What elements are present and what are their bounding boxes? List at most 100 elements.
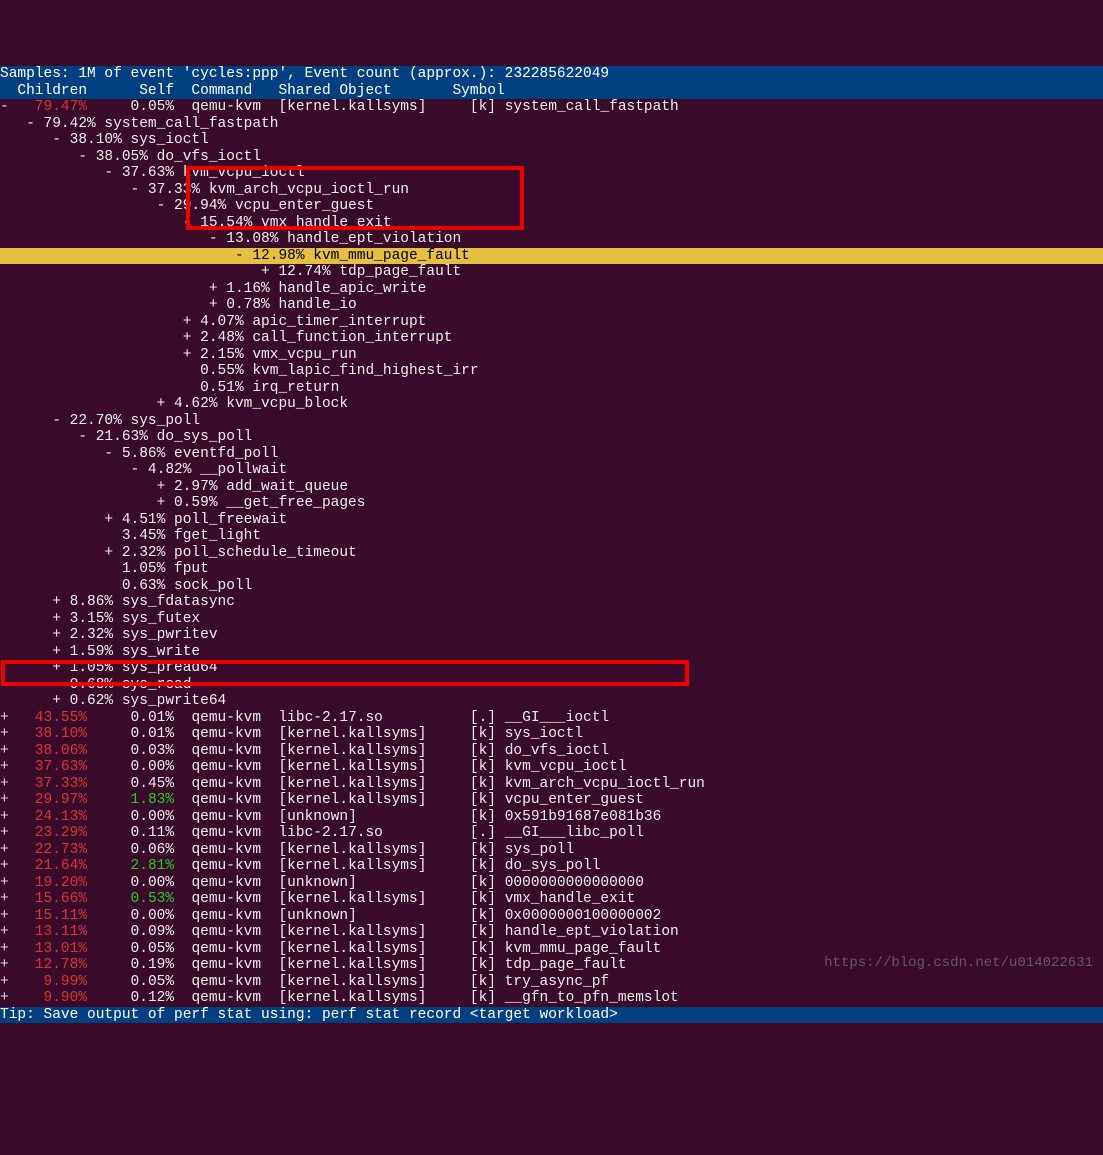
flat-row[interactable]: + 9.90% 0.12% qemu-kvm [kernel.kallsyms]…: [0, 990, 1103, 1007]
flat-row[interactable]: + 29.97% 1.83% qemu-kvm [kernel.kallsyms…: [0, 792, 1103, 809]
flat-row[interactable]: + 19.20% 0.00% qemu-kvm [unknown] [k] 00…: [0, 875, 1103, 892]
tree-row[interactable]: + 3.15% sys_futex: [0, 611, 1103, 628]
flat-row[interactable]: + 43.55% 0.01% qemu-kvm libc-2.17.so [.]…: [0, 710, 1103, 727]
tree-row[interactable]: - 5.86% eventfd_poll: [0, 446, 1103, 463]
self-pct: 0.45%: [87, 776, 174, 792]
flat-row[interactable]: + 37.33% 0.45% qemu-kvm [kernel.kallsyms…: [0, 776, 1103, 793]
flat-row[interactable]: + 15.11% 0.00% qemu-kvm [unknown] [k] 0x…: [0, 908, 1103, 925]
flat-row[interactable]: + 21.64% 2.81% qemu-kvm [kernel.kallsyms…: [0, 858, 1103, 875]
tree-row[interactable]: - 79.42% system_call_fastpath: [0, 116, 1103, 133]
tree-row[interactable]: + 2.15% vmx_vcpu_run: [0, 347, 1103, 364]
expand-toggle[interactable]: +: [0, 924, 9, 940]
children-pct: 13.11%: [17, 924, 87, 940]
tree-text: 0.55% kvm_lapic_find_highest_irr: [0, 363, 479, 379]
command: qemu-kvm: [191, 990, 278, 1006]
expand-toggle[interactable]: +: [0, 875, 9, 891]
tree-row[interactable]: 0.51% irq_return: [0, 380, 1103, 397]
tree-text: + 0.59% __get_free_pages: [0, 495, 365, 511]
tree-row[interactable]: + 0.78% handle_io: [0, 297, 1103, 314]
tree-row[interactable]: + 4.62% kvm_vcpu_block: [0, 396, 1103, 413]
symbol: [k] kvm_mmu_page_fault: [470, 941, 661, 957]
tree-text: + 4.51% poll_freewait: [0, 512, 287, 528]
flat-row[interactable]: + 13.11% 0.09% qemu-kvm [kernel.kallsyms…: [0, 924, 1103, 941]
tree-text: 1.05% fput: [0, 561, 209, 577]
tree-row[interactable]: + 8.86% sys_fdatasync: [0, 594, 1103, 611]
tree-row[interactable]: - 15.54% vmx_handle_exit: [0, 215, 1103, 232]
expand-toggle[interactable]: +: [0, 858, 9, 874]
tree-row[interactable]: - 13.08% handle_ept_violation: [0, 231, 1103, 248]
expand-toggle[interactable]: +: [0, 792, 9, 808]
tree-text: + 2.15% vmx_vcpu_run: [0, 347, 357, 363]
tree-row[interactable]: 0.63% sock_poll: [0, 578, 1103, 595]
tree-row[interactable]: - 37.63% kvm_vcpu_ioctl: [0, 165, 1103, 182]
expand-toggle[interactable]: +: [0, 743, 9, 759]
expand-toggle[interactable]: +: [0, 990, 9, 1006]
tree-row[interactable]: 0.68% sys_read: [0, 677, 1103, 694]
tree-row[interactable]: - 21.63% do_sys_poll: [0, 429, 1103, 446]
symbol: [.] __GI___ioctl: [470, 710, 609, 726]
command: qemu-kvm: [191, 759, 278, 775]
children-pct: 23.29%: [17, 825, 87, 841]
tree-row[interactable]: 3.45% fget_light: [0, 528, 1103, 545]
flat-row[interactable]: + 22.73% 0.06% qemu-kvm [kernel.kallsyms…: [0, 842, 1103, 859]
expand-toggle[interactable]: -: [0, 99, 9, 115]
tree-row[interactable]: + 1.59% sys_write: [0, 644, 1103, 661]
tree-row[interactable]: - 38.05% do_vfs_ioctl: [0, 149, 1103, 166]
tree-row[interactable]: 1.05% fput: [0, 561, 1103, 578]
tree-row[interactable]: - 37.33% kvm_arch_vcpu_ioctl_run: [0, 182, 1103, 199]
tree-row[interactable]: - 22.70% sys_poll: [0, 413, 1103, 430]
expand-toggle[interactable]: +: [0, 776, 9, 792]
expand-toggle[interactable]: +: [0, 710, 9, 726]
tree-row[interactable]: - 29.94% vcpu_enter_guest: [0, 198, 1103, 215]
tree-row[interactable]: - 38.10% sys_ioctl: [0, 132, 1103, 149]
symbol: [k] try_async_pf: [470, 974, 609, 990]
self-pct: 0.53%: [87, 891, 174, 907]
tree-row[interactable]: + 0.62% sys_pwrite64: [0, 693, 1103, 710]
expand-toggle[interactable]: +: [0, 726, 9, 742]
self-pct: 0.05%: [87, 974, 174, 990]
flat-row[interactable]: + 38.06% 0.03% qemu-kvm [kernel.kallsyms…: [0, 743, 1103, 760]
command: qemu-kvm: [191, 99, 278, 115]
tree-text: - 5.86% eventfd_poll: [0, 446, 278, 462]
tree-row[interactable]: - 12.98% kvm_mmu_page_fault: [0, 248, 1103, 265]
expand-toggle[interactable]: +: [0, 941, 9, 957]
tree-row[interactable]: 0.55% kvm_lapic_find_highest_irr: [0, 363, 1103, 380]
tree-row[interactable]: + 4.07% apic_timer_interrupt: [0, 314, 1103, 331]
expand-toggle[interactable]: +: [0, 891, 9, 907]
tree-row[interactable]: + 1.16% handle_apic_write: [0, 281, 1103, 298]
tree-row[interactable]: + 2.32% sys_pwritev: [0, 627, 1103, 644]
self-pct: 2.81%: [87, 858, 174, 874]
expand-toggle[interactable]: +: [0, 974, 9, 990]
expand-toggle[interactable]: +: [0, 957, 9, 973]
tree-text: - 29.94% vcpu_enter_guest: [0, 198, 374, 214]
tree-text: + 4.62% kvm_vcpu_block: [0, 396, 348, 412]
expand-toggle[interactable]: +: [0, 759, 9, 775]
flat-row[interactable]: + 24.13% 0.00% qemu-kvm [unknown] [k] 0x…: [0, 809, 1103, 826]
shared-object: [unknown]: [278, 809, 452, 825]
tree-row[interactable]: + 0.59% __get_free_pages: [0, 495, 1103, 512]
tree-row[interactable]: + 12.74% tdp_page_fault: [0, 264, 1103, 281]
flat-row[interactable]: + 37.63% 0.00% qemu-kvm [kernel.kallsyms…: [0, 759, 1103, 776]
flat-row[interactable]: + 23.29% 0.11% qemu-kvm libc-2.17.so [.]…: [0, 825, 1103, 842]
shared-object: [kernel.kallsyms]: [278, 792, 452, 808]
symbol: [k] vcpu_enter_guest: [470, 792, 644, 808]
tree-row[interactable]: + 2.97% add_wait_queue: [0, 479, 1103, 496]
expand-toggle[interactable]: +: [0, 809, 9, 825]
tree-row[interactable]: + 1.05% sys_pread64: [0, 660, 1103, 677]
expand-toggle[interactable]: +: [0, 842, 9, 858]
expand-toggle[interactable]: +: [0, 908, 9, 924]
flat-row[interactable]: + 9.99% 0.05% qemu-kvm [kernel.kallsyms]…: [0, 974, 1103, 991]
symbol: [k] tdp_page_fault: [470, 957, 627, 973]
self-pct: 0.00%: [87, 875, 174, 891]
tree-row[interactable]: - 79.47% 0.05% qemu-kvm [kernel.kallsyms…: [0, 99, 1103, 116]
tree-row[interactable]: + 4.51% poll_freewait: [0, 512, 1103, 529]
flat-row[interactable]: + 38.10% 0.01% qemu-kvm [kernel.kallsyms…: [0, 726, 1103, 743]
tree-text: + 1.16% handle_apic_write: [0, 281, 426, 297]
symbol: [k] 0x591b91687e081b36: [470, 809, 661, 825]
tree-row[interactable]: + 2.48% call_function_interrupt: [0, 330, 1103, 347]
tree-row[interactable]: - 4.82% __pollwait: [0, 462, 1103, 479]
flat-row[interactable]: + 15.66% 0.53% qemu-kvm [kernel.kallsyms…: [0, 891, 1103, 908]
expand-toggle[interactable]: +: [0, 825, 9, 841]
tree-text: - 79.42% system_call_fastpath: [0, 116, 278, 132]
tree-row[interactable]: + 2.32% poll_schedule_timeout: [0, 545, 1103, 562]
